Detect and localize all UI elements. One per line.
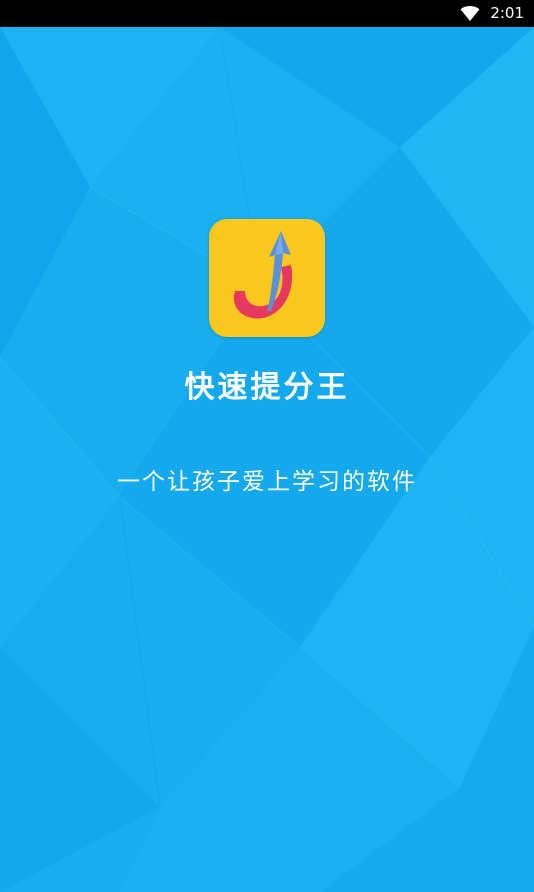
status-icons: 2:01 (460, 0, 524, 27)
app-name: 快速提分王 (184, 370, 350, 405)
app-logo (209, 219, 325, 337)
splash-screen: 2:01 快速提分王 一个让孩子爱上学习的软件 (0, 0, 534, 892)
status-bar: 2:01 (0, 0, 534, 27)
app-tagline: 一个让孩子爱上学习的软件 (117, 469, 417, 495)
upward-arrow-j-logo-icon (233, 231, 293, 319)
wifi-icon (460, 5, 480, 21)
splash-content: 快速提分王 一个让孩子爱上学习的软件 (0, 0, 534, 892)
status-time: 2:01 (490, 4, 524, 22)
